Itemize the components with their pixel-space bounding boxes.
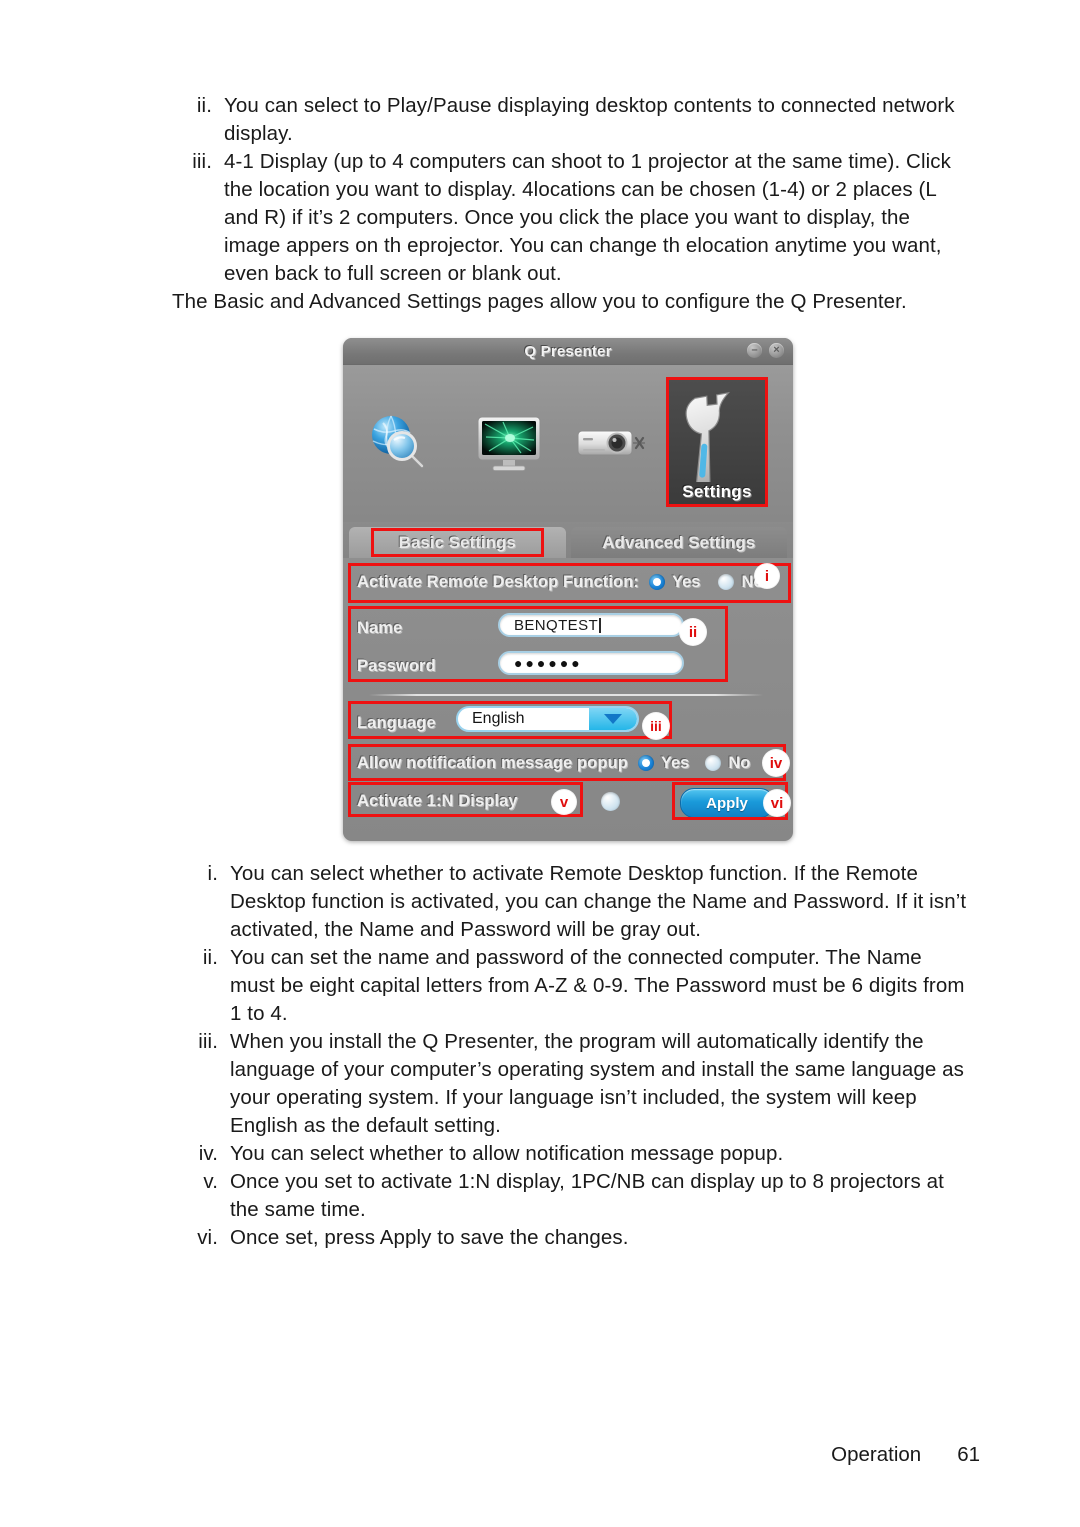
language-label: Language xyxy=(357,713,436,732)
list-marker: ii. xyxy=(202,946,218,969)
close-icon[interactable]: × xyxy=(769,343,784,358)
settings-label: Settings xyxy=(682,482,752,501)
text-caret xyxy=(599,617,601,633)
list-text: You can select whether to activate Remot… xyxy=(230,862,967,941)
apply-button-label: Apply xyxy=(706,794,748,812)
language-select[interactable]: English xyxy=(456,706,639,732)
list-marker: ii. xyxy=(196,94,212,117)
tab-highlight-box xyxy=(371,528,544,557)
list-item: ii. You can select to Play/Pause display… xyxy=(172,92,972,148)
footer-section-label: Operation xyxy=(831,1443,922,1466)
remote-desktop-yes-label: Yes xyxy=(672,572,701,591)
list-item: i. You can select whether to activate Re… xyxy=(172,860,972,944)
list-item: iv. You can select whether to allow noti… xyxy=(172,1140,972,1168)
list-text: Once you set to activate 1:N display, 1P… xyxy=(230,1170,944,1221)
list-item: v. Once you set to activate 1:N display,… xyxy=(172,1168,972,1224)
password-label: Password xyxy=(357,656,436,675)
name-input-value: BENQTEST xyxy=(514,616,599,634)
password-input-value: ●●●●●● xyxy=(514,655,583,671)
name-label: Name xyxy=(357,618,403,637)
list-item: vi. Once set, press Apply to save the ch… xyxy=(172,1224,972,1252)
name-input[interactable]: BENQTEST xyxy=(498,613,684,637)
notification-no-radio[interactable] xyxy=(705,755,722,771)
window-controls: – × xyxy=(747,343,784,358)
language-row: Language xyxy=(357,708,436,738)
upper-list: ii. You can select to Play/Pause display… xyxy=(172,92,972,288)
callout-badge-v: v xyxy=(552,790,576,814)
callout-badge-iv: iv xyxy=(763,750,789,776)
list-text: Once set, press Apply to save the change… xyxy=(230,1226,629,1249)
settings-tabs: Basic Settings Advanced Settings xyxy=(343,522,793,558)
apply-button[interactable]: Apply xyxy=(680,788,774,818)
window-title-bar: Q Presenter – × xyxy=(343,338,793,365)
list-marker: iii. xyxy=(192,150,212,173)
list-text: You can select to Play/Pause displaying … xyxy=(224,94,955,145)
list-marker: i. xyxy=(207,862,218,885)
one-to-n-label: Activate 1:N Display xyxy=(357,791,518,810)
page-number: 61 xyxy=(957,1443,980,1466)
list-text: When you install the Q Presenter, the pr… xyxy=(230,1030,964,1137)
intro-paragraph: The Basic and Advanced Settings pages al… xyxy=(172,290,907,313)
callout-badge-iii: iii xyxy=(643,713,669,739)
password-input[interactable]: ●●●●●● xyxy=(498,651,684,675)
one-to-n-row: Activate 1:N Display xyxy=(357,786,518,816)
remote-desktop-row: Activate Remote Desktop Function: Yes No xyxy=(357,567,763,597)
minimize-icon[interactable]: – xyxy=(747,343,762,358)
notification-no-label: No xyxy=(728,753,751,772)
section-divider xyxy=(369,694,763,696)
remote-desktop-no-radio[interactable] xyxy=(718,574,735,590)
tab-advanced-settings-label: Advanced Settings xyxy=(602,532,756,552)
notification-yes-radio[interactable] xyxy=(637,755,654,771)
callout-badge-vi: vi xyxy=(764,790,790,816)
list-text: You can set the name and password of the… xyxy=(230,946,965,1025)
minimize-glyph: – xyxy=(751,344,758,356)
display-desktop-icon[interactable] xyxy=(473,407,545,479)
list-marker: iv. xyxy=(198,1142,218,1165)
name-row: Name xyxy=(357,613,475,643)
callout-badge-ii: ii xyxy=(680,619,706,645)
chevron-down-glyph xyxy=(604,714,622,724)
one-to-n-toggle[interactable] xyxy=(601,792,620,811)
notification-yes-label: Yes xyxy=(660,753,690,772)
remote-desktop-yes-radio[interactable] xyxy=(649,574,666,590)
list-item: iii. When you install the Q Presenter, t… xyxy=(172,1028,972,1140)
projector-disconnect-icon[interactable] xyxy=(576,417,648,489)
document-lower-text: i. You can select whether to activate Re… xyxy=(172,860,972,1252)
window-title: Q Presenter xyxy=(524,342,612,360)
tab-advanced-settings[interactable]: Advanced Settings xyxy=(570,527,787,558)
search-projector-icon[interactable] xyxy=(361,407,433,479)
list-marker: vi. xyxy=(197,1226,218,1249)
list-item: iii. 4-1 Display (up to 4 computers can … xyxy=(172,148,972,288)
toolbar: Settings xyxy=(343,365,793,522)
list-text: You can select whether to allow notifica… xyxy=(230,1142,784,1165)
notification-row: Allow notification message popup Yes No xyxy=(357,748,750,778)
notification-label: Allow notification message popup xyxy=(357,753,628,772)
callout-badge-i: i xyxy=(755,564,779,588)
document-upper-text: ii. You can select to Play/Pause display… xyxy=(172,92,972,316)
list-marker: iii. xyxy=(198,1030,218,1053)
list-text: 4-1 Display (up to 4 computers can shoot… xyxy=(224,150,951,285)
lower-list: i. You can select whether to activate Re… xyxy=(172,860,972,1252)
list-marker: v. xyxy=(203,1170,218,1193)
remote-desktop-label: Activate Remote Desktop Function: xyxy=(357,572,640,591)
settings-wrench-icon[interactable]: Settings xyxy=(666,377,768,507)
tab-basic-settings[interactable]: Basic Settings xyxy=(349,527,566,558)
language-select-value: English xyxy=(472,710,525,727)
list-item: ii. You can set the name and password of… xyxy=(172,944,972,1028)
chevron-down-icon[interactable] xyxy=(589,708,637,730)
q-presenter-window: Q Presenter – × Settings Basic Settings … xyxy=(343,338,793,841)
close-glyph: × xyxy=(773,344,780,356)
password-row: Password xyxy=(357,651,475,681)
